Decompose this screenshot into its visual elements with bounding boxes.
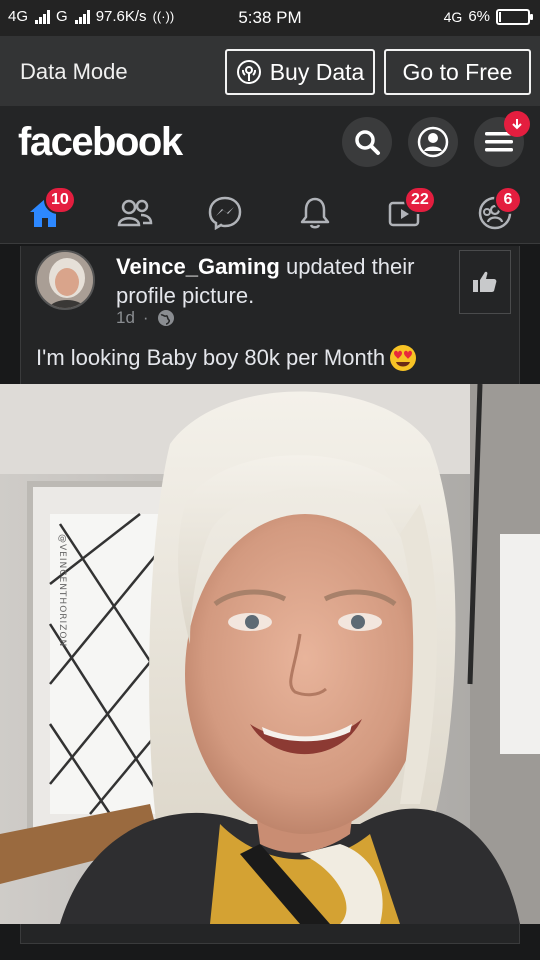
tab-bar: 10 22 6 [0,180,540,244]
bell-icon [300,197,330,229]
menu-button[interactable] [474,111,530,167]
tab-friends[interactable] [112,190,158,236]
author-name[interactable]: Veince_Gaming [116,254,280,279]
photo-watermark: @VEINCENTHORIZON [57,534,67,647]
tab-watch[interactable]: 22 [382,186,436,236]
feed-post: Veince_Gaming updated their profile pict… [20,246,520,384]
search-icon [355,130,380,155]
status-bar: 4G G 97.6K/s ((·)) 5:38 PM 4G 6% [0,0,540,36]
buy-data-button[interactable]: Buy Data [225,49,375,95]
globe-icon [157,310,174,326]
network-type-3: 4G [443,8,463,25]
thumbs-up-icon [473,271,497,292]
buy-data-label: Buy Data [269,58,365,85]
go-to-free-label: Go to Free [402,58,513,85]
meta-separator: · [142,308,149,327]
tab-messenger[interactable] [202,190,248,236]
post-photo[interactable]: @VEINCENTHORIZON [0,384,540,924]
profile-icon [417,126,449,158]
battery-level [499,11,501,22]
messenger-icon [208,196,242,230]
broadcast-icon [236,60,261,84]
profile-photo-image: @VEINCENTHORIZON [0,384,540,924]
download-arrow-icon [512,119,522,130]
status-right: 4G 6% [443,8,533,25]
search-button[interactable] [342,117,392,167]
post-meta: 1d · [116,308,175,328]
author-avatar[interactable] [35,250,95,310]
tab-groups[interactable]: 6 [472,186,522,236]
facebook-logo[interactable]: facebook [18,120,183,165]
battery-percent: 6% [468,8,490,25]
profile-button[interactable] [408,117,458,167]
heart-eyes-emoji [390,345,417,371]
battery-icon [496,8,533,25]
post-time[interactable]: 1d [116,308,135,328]
go-to-free-button[interactable]: Go to Free [384,49,531,95]
home-badge: 10 [44,186,76,214]
watch-badge: 22 [404,186,436,214]
groups-badge: 6 [494,186,522,214]
data-mode-label: Data Mode [20,59,128,84]
post-text: I'm looking Baby boy 80k per Month [36,344,417,372]
update-badge [504,111,530,137]
avatar-photo [37,252,93,308]
friends-icon [117,199,153,227]
post-header: Veince_Gaming updated their profile pict… [116,252,446,310]
app-header: facebook [0,106,540,180]
post-text-body: I'm looking Baby boy 80k per Month [36,345,386,370]
post-footer [20,924,520,944]
tab-notifications[interactable] [292,190,338,236]
data-mode-bar: Data Mode Buy Data Go to Free [0,36,540,106]
tab-home[interactable]: 10 [22,186,76,236]
like-button[interactable] [459,250,511,314]
